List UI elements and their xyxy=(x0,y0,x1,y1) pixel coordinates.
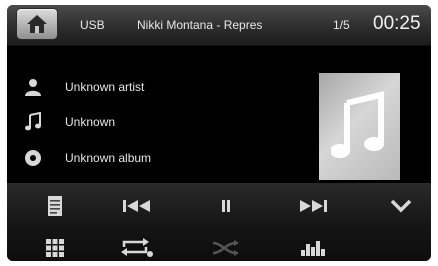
artist-label: Unknown artist xyxy=(65,80,145,94)
grid-menu-icon xyxy=(46,239,64,257)
album-art-music-icon xyxy=(331,91,384,158)
skip-next-icon xyxy=(300,200,327,212)
top-status-bar: USB Nikki Montana - Repres 1/5 00:25 xyxy=(7,5,431,46)
pause-button[interactable] xyxy=(204,191,248,221)
skip-previous-icon xyxy=(123,200,150,212)
title-row: Unknown xyxy=(7,112,307,132)
next-track-button[interactable] xyxy=(291,191,335,221)
media-player-screen: USB Nikki Montana - Repres 1/5 00:25 Unk… xyxy=(7,5,431,261)
playback-controls xyxy=(7,183,431,261)
repeat-button[interactable] xyxy=(115,233,159,261)
shuffle-icon xyxy=(212,240,239,256)
track-index: 1/5 xyxy=(333,18,350,32)
repeat-icon xyxy=(121,238,153,257)
artist-row: Unknown artist xyxy=(7,77,307,97)
chevron-down-icon xyxy=(390,199,412,213)
equalizer-button[interactable] xyxy=(291,233,335,261)
album-label: Unknown album xyxy=(65,151,152,165)
track-title: Nikki Montana - Repres xyxy=(137,18,263,32)
title-label: Unknown xyxy=(65,115,116,129)
collapse-button[interactable] xyxy=(379,191,423,221)
equalizer-icon xyxy=(301,241,325,256)
music-note-icon xyxy=(25,112,41,131)
clock: 00:25 xyxy=(373,13,421,34)
disc-icon xyxy=(25,150,41,166)
source-label: USB xyxy=(80,18,105,32)
album-row: Unknown album xyxy=(7,148,307,168)
home-button[interactable] xyxy=(17,9,57,39)
home-icon xyxy=(27,15,47,33)
shuffle-button[interactable] xyxy=(204,233,248,261)
album-art xyxy=(319,73,400,180)
file-list-icon xyxy=(48,196,62,216)
menu-button[interactable] xyxy=(33,233,77,261)
previous-track-button[interactable] xyxy=(115,191,159,221)
pause-icon xyxy=(222,200,230,212)
playlist-button[interactable] xyxy=(33,191,77,221)
person-icon xyxy=(25,79,41,96)
